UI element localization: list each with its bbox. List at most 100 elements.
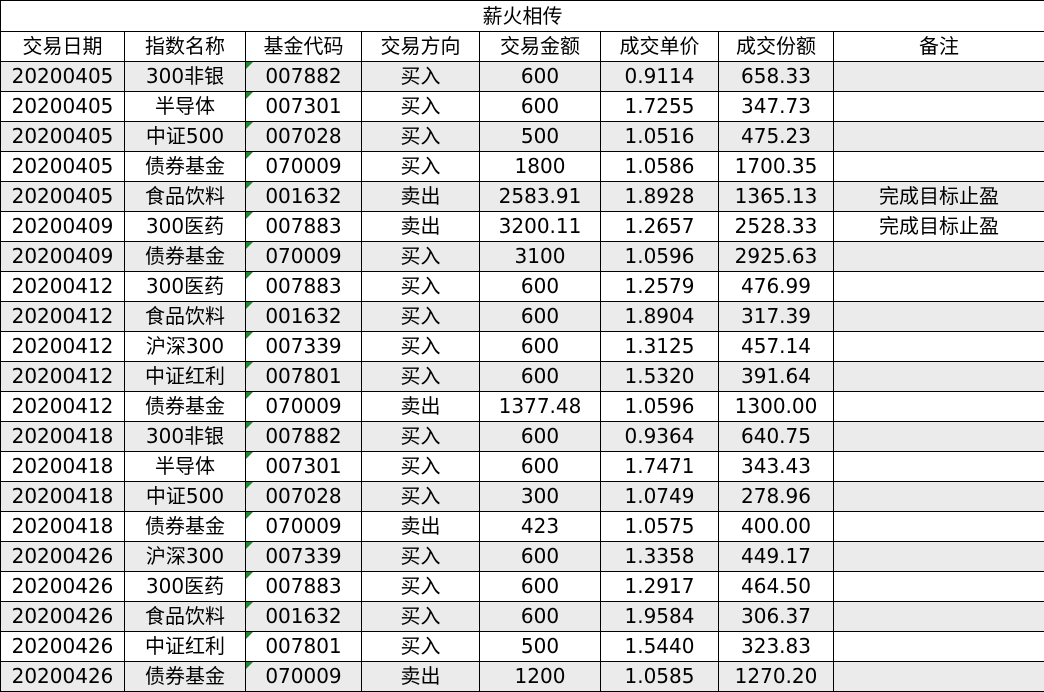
amount-cell[interactable]: 600 xyxy=(480,422,601,452)
direction-cell[interactable]: 卖出 xyxy=(362,212,480,242)
amount-cell[interactable]: 600 xyxy=(480,92,601,122)
fund-code-cell[interactable]: 007883 xyxy=(246,572,362,602)
sheet-title[interactable]: 薪火相传 xyxy=(1,1,1044,32)
remark-cell[interactable] xyxy=(834,242,1044,272)
trade-date-cell[interactable]: 20200405 xyxy=(1,62,125,92)
direction-cell[interactable]: 买入 xyxy=(362,242,480,272)
amount-cell[interactable]: 600 xyxy=(480,332,601,362)
unit-price-cell[interactable]: 1.5320 xyxy=(601,362,719,392)
unit-price-cell[interactable]: 1.8904 xyxy=(601,302,719,332)
index-name-cell[interactable]: 中证500 xyxy=(125,122,246,152)
amount-cell[interactable]: 600 xyxy=(480,302,601,332)
fund-code-cell[interactable]: 070009 xyxy=(246,152,362,182)
index-name-cell[interactable]: 300非银 xyxy=(125,62,246,92)
unit-price-cell[interactable]: 1.0749 xyxy=(601,482,719,512)
shares-cell[interactable]: 2528.33 xyxy=(719,212,834,242)
trade-date-cell[interactable]: 20200418 xyxy=(1,452,125,482)
remark-cell[interactable]: 完成目标止盈 xyxy=(834,182,1044,212)
direction-cell[interactable]: 买入 xyxy=(362,422,480,452)
shares-cell[interactable]: 323.83 xyxy=(719,632,834,662)
trade-date-cell[interactable]: 20200426 xyxy=(1,602,125,632)
unit-price-cell[interactable]: 1.7255 xyxy=(601,92,719,122)
fund-code-cell[interactable]: 007028 xyxy=(246,482,362,512)
header-index-name[interactable]: 指数名称 xyxy=(125,32,246,62)
amount-cell[interactable]: 600 xyxy=(480,272,601,302)
shares-cell[interactable]: 475.23 xyxy=(719,122,834,152)
index-name-cell[interactable]: 债券基金 xyxy=(125,662,246,692)
unit-price-cell[interactable]: 1.0516 xyxy=(601,122,719,152)
remark-cell[interactable] xyxy=(834,332,1044,362)
remark-cell[interactable] xyxy=(834,632,1044,662)
index-name-cell[interactable]: 300医药 xyxy=(125,212,246,242)
unit-price-cell[interactable]: 0.9364 xyxy=(601,422,719,452)
amount-cell[interactable]: 500 xyxy=(480,632,601,662)
remark-cell[interactable] xyxy=(834,392,1044,422)
amount-cell[interactable]: 300 xyxy=(480,482,601,512)
trade-date-cell[interactable]: 20200405 xyxy=(1,92,125,122)
fund-code-cell[interactable]: 007801 xyxy=(246,362,362,392)
amount-cell[interactable]: 3200.11 xyxy=(480,212,601,242)
trade-date-cell[interactable]: 20200412 xyxy=(1,302,125,332)
remark-cell[interactable] xyxy=(834,662,1044,692)
trade-date-cell[interactable]: 20200405 xyxy=(1,152,125,182)
index-name-cell[interactable]: 300非银 xyxy=(125,422,246,452)
direction-cell[interactable]: 卖出 xyxy=(362,512,480,542)
shares-cell[interactable]: 278.96 xyxy=(719,482,834,512)
direction-cell[interactable]: 买入 xyxy=(362,572,480,602)
header-fund-code[interactable]: 基金代码 xyxy=(246,32,362,62)
remark-cell[interactable] xyxy=(834,452,1044,482)
fund-code-cell[interactable]: 070009 xyxy=(246,392,362,422)
unit-price-cell[interactable]: 1.0596 xyxy=(601,242,719,272)
shares-cell[interactable]: 317.39 xyxy=(719,302,834,332)
shares-cell[interactable]: 1700.35 xyxy=(719,152,834,182)
header-amount[interactable]: 交易金额 xyxy=(480,32,601,62)
direction-cell[interactable]: 卖出 xyxy=(362,392,480,422)
unit-price-cell[interactable]: 1.3125 xyxy=(601,332,719,362)
remark-cell[interactable] xyxy=(834,302,1044,332)
shares-cell[interactable]: 2925.63 xyxy=(719,242,834,272)
header-trade-date[interactable]: 交易日期 xyxy=(1,32,125,62)
shares-cell[interactable]: 640.75 xyxy=(719,422,834,452)
unit-price-cell[interactable]: 1.5440 xyxy=(601,632,719,662)
fund-code-cell[interactable]: 007339 xyxy=(246,542,362,572)
amount-cell[interactable]: 600 xyxy=(480,62,601,92)
shares-cell[interactable]: 449.17 xyxy=(719,542,834,572)
amount-cell[interactable]: 1200 xyxy=(480,662,601,692)
trade-date-cell[interactable]: 20200426 xyxy=(1,632,125,662)
remark-cell[interactable] xyxy=(834,602,1044,632)
index-name-cell[interactable]: 食品饮料 xyxy=(125,302,246,332)
unit-price-cell[interactable]: 1.3358 xyxy=(601,542,719,572)
trade-date-cell[interactable]: 20200418 xyxy=(1,482,125,512)
shares-cell[interactable]: 347.73 xyxy=(719,92,834,122)
amount-cell[interactable]: 2583.91 xyxy=(480,182,601,212)
fund-code-cell[interactable]: 070009 xyxy=(246,662,362,692)
shares-cell[interactable]: 1270.20 xyxy=(719,662,834,692)
amount-cell[interactable]: 600 xyxy=(480,572,601,602)
direction-cell[interactable]: 买入 xyxy=(362,122,480,152)
shares-cell[interactable]: 658.33 xyxy=(719,62,834,92)
direction-cell[interactable]: 买入 xyxy=(362,482,480,512)
remark-cell[interactable] xyxy=(834,152,1044,182)
index-name-cell[interactable]: 食品饮料 xyxy=(125,602,246,632)
fund-code-cell[interactable]: 007882 xyxy=(246,62,362,92)
trade-date-cell[interactable]: 20200418 xyxy=(1,512,125,542)
remark-cell[interactable] xyxy=(834,362,1044,392)
index-name-cell[interactable]: 沪深300 xyxy=(125,332,246,362)
index-name-cell[interactable]: 300医药 xyxy=(125,572,246,602)
remark-cell[interactable] xyxy=(834,122,1044,152)
fund-code-cell[interactable]: 007301 xyxy=(246,92,362,122)
index-name-cell[interactable]: 中证红利 xyxy=(125,362,246,392)
fund-code-cell[interactable]: 007883 xyxy=(246,212,362,242)
remark-cell[interactable] xyxy=(834,512,1044,542)
header-direction[interactable]: 交易方向 xyxy=(362,32,480,62)
trade-date-cell[interactable]: 20200405 xyxy=(1,122,125,152)
remark-cell[interactable] xyxy=(834,542,1044,572)
fund-code-cell[interactable]: 007339 xyxy=(246,332,362,362)
direction-cell[interactable]: 买入 xyxy=(362,632,480,662)
index-name-cell[interactable]: 债券基金 xyxy=(125,242,246,272)
amount-cell[interactable]: 423 xyxy=(480,512,601,542)
direction-cell[interactable]: 买入 xyxy=(362,62,480,92)
direction-cell[interactable]: 买入 xyxy=(362,542,480,572)
remark-cell[interactable] xyxy=(834,62,1044,92)
fund-code-cell[interactable]: 070009 xyxy=(246,512,362,542)
